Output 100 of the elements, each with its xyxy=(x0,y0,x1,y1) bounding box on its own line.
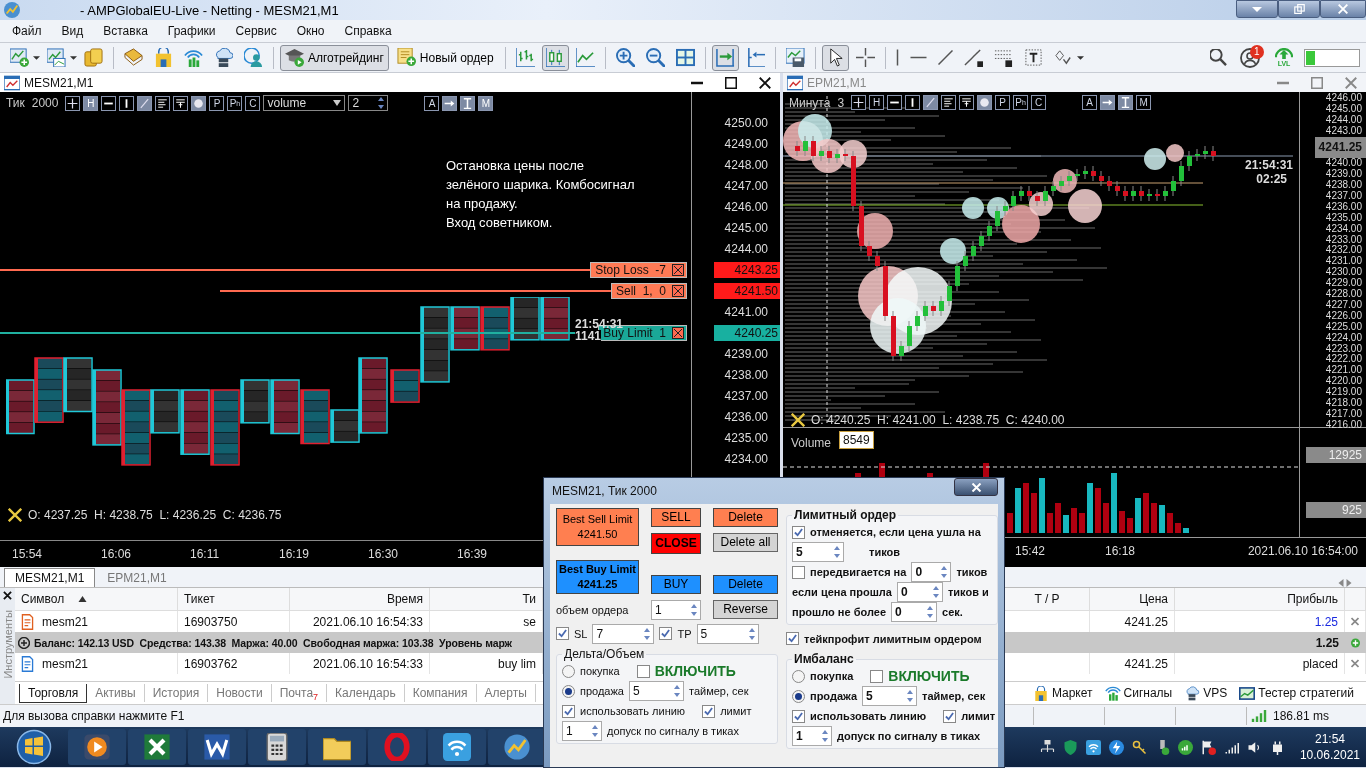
delete-button[interactable]: Delete xyxy=(713,575,778,594)
menu-item[interactable]: Вид xyxy=(51,24,94,38)
number-field[interactable]: 7 xyxy=(592,623,655,644)
panel-tab[interactable]: Календарь xyxy=(327,684,405,702)
number-field[interactable]: 0 xyxy=(896,582,943,602)
number-field[interactable]: 5 xyxy=(792,542,844,562)
time-axis-label: 16:06 xyxy=(101,547,132,561)
panel-link[interactable]: Тестер стратегий xyxy=(1258,686,1354,700)
menu-item[interactable]: Окно xyxy=(286,24,335,38)
price-axis-label: 4227.00 xyxy=(1325,299,1363,311)
group-title: Имбаланс xyxy=(793,652,855,666)
table-cell: mesm21 xyxy=(42,656,88,671)
menu-item[interactable]: Графики xyxy=(157,24,226,38)
checkbox-label: SL xyxy=(574,627,588,640)
chart-tool-button[interactable]: P xyxy=(995,95,1011,110)
number-field[interactable]: 5 xyxy=(696,623,759,644)
checkbox-label: TP xyxy=(677,627,692,640)
price-axis-label: 4246.00 xyxy=(723,199,769,215)
chart-tool-button[interactable]: C xyxy=(245,95,261,111)
menu-item[interactable]: Вставка xyxy=(93,24,158,38)
panel-tab[interactable]: Алерты xyxy=(476,684,536,702)
chart-tool-button[interactable]: P xyxy=(209,95,225,111)
chart-tab[interactable]: MESM21,M1 xyxy=(4,568,96,587)
number-field[interactable]: 0 xyxy=(911,562,952,582)
delete-all-button[interactable]: Delete all xyxy=(713,533,778,552)
table-cell: 16903750 xyxy=(184,614,238,629)
column-header[interactable]: Ти xyxy=(522,592,536,606)
price-axis-label: 4220.00 xyxy=(1325,376,1363,387)
new-order-button[interactable]: Новый ордер xyxy=(391,44,499,71)
panel-tab[interactable]: Компания xyxy=(404,684,477,702)
number-field[interactable]: 5 xyxy=(862,686,918,706)
panel-link[interactable]: VPS xyxy=(1203,686,1228,700)
column-header[interactable]: Цена xyxy=(1139,592,1168,606)
price-axis-label: 4238.00 xyxy=(1325,180,1363,191)
chart-title: MESM21,M1 xyxy=(24,75,94,90)
price-axis-label: 4218.00 xyxy=(1325,397,1363,409)
field-label: таймер, сек xyxy=(688,685,749,697)
panel-tab[interactable]: История xyxy=(144,684,209,702)
price-axis-label: 4236.00 xyxy=(723,409,769,425)
chart-tool-button[interactable]: H xyxy=(869,95,885,110)
chart-tool-button[interactable]: A xyxy=(424,95,440,111)
chart-tab[interactable]: EPM21,M1 xyxy=(97,569,177,587)
bar-count-label: 1141 xyxy=(575,330,602,343)
checkbox-label: лимит xyxy=(720,705,752,717)
order-label[interactable]: Stop Loss -7 xyxy=(590,262,687,278)
panel-link[interactable]: Сигналы xyxy=(1123,686,1173,700)
sell-button[interactable]: SELL xyxy=(651,508,701,527)
number-field[interactable]: 0 xyxy=(891,602,937,622)
best-buy-limit-button[interactable]: Best Buy Limit 4241.25 xyxy=(556,560,639,594)
chart-tool-button[interactable]: A xyxy=(1082,95,1098,110)
delete-button[interactable]: Delete xyxy=(713,508,778,527)
number-field[interactable]: 1 xyxy=(562,721,602,741)
close-position-button[interactable]: CLOSE xyxy=(651,533,701,554)
checkbox-label: лимит xyxy=(961,710,996,722)
chart-note: Остановка цены после зелёного шарика. Комбосигнал на продажу. Вход советником. xyxy=(446,157,635,232)
table-cell: 16903762 xyxy=(184,656,238,671)
number-field[interactable]: 1 xyxy=(651,600,701,620)
menu-item[interactable]: Справка xyxy=(334,24,402,38)
price-axis-label: 4250.00 xyxy=(723,115,769,131)
price-axis-label: 4241.00 xyxy=(723,304,769,320)
price-axis-label: 4243.25 xyxy=(714,262,780,278)
ohlc-readout: O: 4237.25 H: 4238.75 L: 4236.25 C: 4236.75 xyxy=(28,508,282,522)
time-axis-label: 15:54 xyxy=(12,547,43,561)
window-title: - AMPGlobalEU-Live - Netting - MESM21,M1 xyxy=(80,2,339,18)
notification-badge: 1 xyxy=(1250,44,1264,59)
price-axis-label: 4221.00 xyxy=(1325,365,1363,376)
column-header[interactable]: Символ xyxy=(21,592,65,606)
table-cell: 1.25 xyxy=(1314,614,1338,629)
algo-trading-button[interactable]: Алготрейдинг xyxy=(280,44,389,71)
price-axis-label: 4233.00 xyxy=(1325,234,1363,245)
checkbox-label: использовать линию xyxy=(810,710,927,722)
menu-item[interactable]: Файл xyxy=(2,24,52,38)
panel-link[interactable]: Маркет xyxy=(1051,686,1093,700)
menu-item[interactable]: Сервис xyxy=(225,24,287,38)
panel-tab[interactable]: Почта$_{7}$ xyxy=(271,684,328,702)
buy-button[interactable]: BUY xyxy=(651,575,701,594)
best-sell-limit-button[interactable]: Best Sell Limit 4241.50 xyxy=(556,508,639,546)
clock-time: 21:54 xyxy=(1314,731,1345,747)
number-field[interactable]: 1 xyxy=(792,726,832,746)
panel-tab[interactable]: Активы xyxy=(87,684,145,702)
price-axis-label: 4245.00 xyxy=(723,220,769,236)
table-cell: placed xyxy=(1302,656,1338,671)
price-axis-label: 4231.00 xyxy=(1325,256,1363,267)
column-header[interactable]: Время xyxy=(386,592,423,606)
order-label[interactable]: Sell 1, 0 xyxy=(610,283,687,299)
table-cell: 2021.06.10 16:54:33 xyxy=(312,614,423,629)
panel-tab[interactable]: Новости xyxy=(208,684,272,702)
number-field[interactable]: 2 xyxy=(348,95,389,111)
number-field[interactable]: 5 xyxy=(628,681,684,701)
column-header[interactable]: Прибыль xyxy=(1287,592,1338,606)
column-header[interactable]: T / P xyxy=(1034,592,1060,606)
column-header[interactable]: Тикет xyxy=(184,592,215,606)
price-axis-label: 4244.00 xyxy=(723,241,769,257)
panel-tab[interactable]: Торговля xyxy=(19,683,88,703)
chart-tool-button[interactable]: C xyxy=(1031,95,1047,110)
indicator-dropdown[interactable]: volume xyxy=(263,95,346,111)
chart-tool-button[interactable]: M xyxy=(1136,95,1152,110)
reverse-button[interactable]: Reverse xyxy=(713,600,778,619)
price-axis-label: 4224.00 xyxy=(1325,332,1363,344)
period-label: 2000 xyxy=(31,96,59,110)
